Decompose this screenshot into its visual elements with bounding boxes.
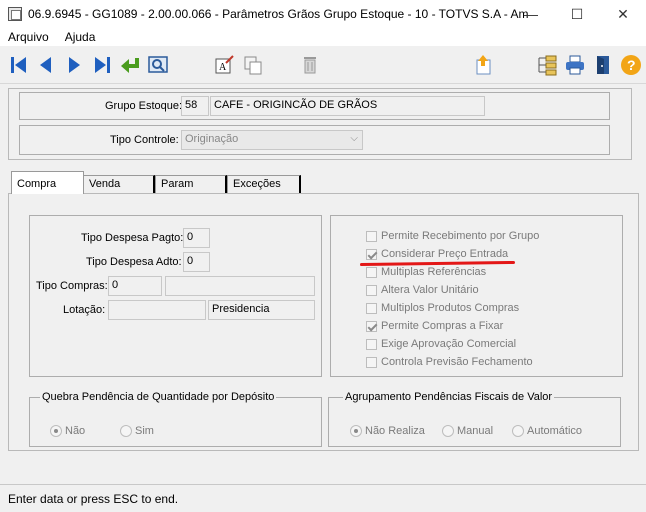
tipo-despesa-pagto-label: Tipo Despesa Pagto: bbox=[81, 232, 184, 244]
toolbar: A ? bbox=[0, 46, 646, 84]
agrupamento-nao-realiza-radio[interactable]: Não Realiza bbox=[350, 425, 425, 437]
permite-compras-a-fixar-checkbox[interactable]: Permite Compras a Fixar bbox=[366, 320, 503, 332]
radio-dot[interactable] bbox=[512, 425, 524, 437]
quebra-pendencia-group: Quebra Pendência de Quantidade por Depós… bbox=[29, 391, 322, 447]
status-text: Enter data or press ESC to end. bbox=[8, 491, 179, 506]
multiplas-referencias-checkbox[interactable]: Multiplas Referências bbox=[366, 266, 486, 278]
exige-aprovacao-comercial-checkbox[interactable]: Exige Aprovação Comercial bbox=[366, 338, 516, 350]
menu-bar: Arquivo Ajuda bbox=[0, 28, 646, 46]
window-title: 06.9.6945 - GG1089 - 2.00.00.066 - Parâm… bbox=[28, 7, 528, 21]
radio-label: Sim bbox=[135, 425, 154, 437]
tipo-compras-description-field[interactable] bbox=[165, 276, 315, 296]
radio-label: Automático bbox=[527, 425, 583, 437]
controla-previsao-fechamento-checkbox[interactable]: Controla Previsão Fechamento bbox=[366, 356, 533, 368]
grupo-estoque-code-field[interactable]: 58 bbox=[181, 96, 209, 116]
lotacao-label: Lotação: bbox=[63, 304, 106, 316]
lotacao-description-field[interactable]: Presidencia bbox=[208, 300, 315, 320]
multiplos-produtos-compras-checkbox[interactable]: Multiplos Produtos Compras bbox=[366, 302, 519, 314]
app-icon bbox=[8, 7, 22, 21]
menu-ajuda[interactable]: Ajuda bbox=[57, 30, 104, 44]
menu-arquivo[interactable]: Arquivo bbox=[0, 30, 57, 44]
exit-icon[interactable] bbox=[592, 54, 614, 76]
checkbox-label: Altera Valor Unitário bbox=[381, 284, 479, 296]
hierarchy-icon[interactable] bbox=[536, 54, 558, 76]
quebra-nao-radio[interactable]: Não bbox=[50, 425, 85, 437]
checkbox-box[interactable] bbox=[366, 302, 377, 314]
first-record-icon[interactable] bbox=[8, 54, 30, 76]
checkbox-label: Permite Recebimento por Grupo bbox=[381, 230, 540, 242]
tipo-despesa-adto-field[interactable]: 0 bbox=[183, 252, 210, 272]
previous-record-icon[interactable] bbox=[35, 54, 57, 76]
checkbox-label: Considerar Preço Entrada bbox=[381, 248, 509, 260]
checkbox-box[interactable] bbox=[366, 356, 377, 368]
radio-dot[interactable] bbox=[442, 425, 454, 437]
radio-label: Não Realiza bbox=[365, 425, 425, 437]
altera-valor-unitario-checkbox[interactable]: Altera Valor Unitário bbox=[366, 284, 479, 296]
edit-text-icon[interactable]: A bbox=[213, 54, 235, 76]
last-record-icon[interactable] bbox=[91, 54, 113, 76]
export-icon[interactable] bbox=[472, 54, 494, 76]
tipo-despesa-pagto-field[interactable]: 0 bbox=[183, 228, 210, 248]
tab-excecoes[interactable]: Exceções bbox=[227, 175, 301, 193]
checkbox-box[interactable] bbox=[366, 266, 377, 278]
tipo-controle-value: Originação bbox=[185, 133, 239, 145]
tipo-compras-label: Tipo Compras: bbox=[36, 280, 108, 292]
tipo-despesa-adto-label: Tipo Despesa Adto: bbox=[86, 256, 182, 268]
go-to-icon[interactable] bbox=[119, 54, 141, 76]
close-button[interactable]: ✕ bbox=[600, 0, 646, 28]
search-icon[interactable] bbox=[147, 54, 169, 76]
help-icon[interactable]: ? bbox=[620, 54, 642, 76]
next-record-icon[interactable] bbox=[63, 54, 85, 76]
checkbox-label: Multiplas Referências bbox=[381, 266, 487, 278]
maximize-button[interactable]: ☐ bbox=[554, 0, 600, 28]
grupo-estoque-label: Grupo Estoque: bbox=[105, 100, 183, 112]
title-bar: 06.9.6945 - GG1089 - 2.00.00.066 - Parâm… bbox=[0, 0, 646, 28]
agrupamento-automatico-radio[interactable]: Automático bbox=[512, 425, 582, 437]
status-bar: Enter data or press ESC to end. bbox=[0, 484, 646, 512]
svg-text:?: ? bbox=[627, 57, 636, 73]
tab-venda[interactable]: Venda bbox=[83, 175, 155, 193]
lotacao-field[interactable] bbox=[108, 300, 206, 320]
print-icon[interactable] bbox=[564, 54, 586, 76]
checkbox-label: Multiplos Produtos Compras bbox=[381, 302, 520, 314]
quebra-sim-radio[interactable]: Sim bbox=[120, 425, 154, 437]
radio-dot[interactable] bbox=[350, 425, 362, 437]
quebra-pendencia-title: Quebra Pendência de Quantidade por Depós… bbox=[40, 391, 277, 403]
copy-icon[interactable] bbox=[242, 54, 264, 76]
tab-param[interactable]: Param bbox=[155, 175, 227, 193]
checkbox-label: Exige Aprovação Comercial bbox=[381, 338, 517, 350]
checkbox-box[interactable] bbox=[366, 284, 377, 296]
considerar-preco-entrada-checkbox[interactable]: Considerar Preço Entrada bbox=[366, 248, 508, 260]
checkbox-box[interactable] bbox=[366, 338, 377, 350]
tipo-controle-label: Tipo Controle: bbox=[110, 134, 179, 146]
permite-recebimento-checkbox[interactable]: Permite Recebimento por Grupo bbox=[366, 230, 539, 242]
tipo-controle-select[interactable]: Originação ⌵ bbox=[181, 130, 363, 150]
radio-dot[interactable] bbox=[120, 425, 132, 437]
tipo-compras-field[interactable]: 0 bbox=[108, 276, 162, 296]
chevron-down-icon: ⌵ bbox=[350, 133, 358, 144]
agrupamento-manual-radio[interactable]: Manual bbox=[442, 425, 493, 437]
radio-label: Não bbox=[65, 425, 86, 437]
checkbox-label: Permite Compras a Fixar bbox=[381, 320, 504, 332]
agrupamento-pendencias-group: Agrupamento Pendências Fiscais de Valor bbox=[328, 391, 621, 447]
checkbox-box[interactable] bbox=[366, 248, 377, 260]
checkbox-box[interactable] bbox=[366, 230, 377, 242]
delete-icon[interactable] bbox=[299, 54, 321, 76]
svg-text:A: A bbox=[219, 62, 227, 73]
minimize-button[interactable]: — bbox=[508, 0, 554, 28]
checkbox-label: Controla Previsão Fechamento bbox=[381, 356, 533, 368]
radio-dot[interactable] bbox=[50, 425, 62, 437]
radio-label: Manual bbox=[457, 425, 494, 437]
grupo-estoque-description-field[interactable]: CAFE - ORIGINCÃO DE GRÃOS bbox=[210, 96, 485, 116]
checkbox-box[interactable] bbox=[366, 320, 377, 332]
tab-compra[interactable]: Compra bbox=[11, 171, 84, 194]
agrupamento-pendencias-title: Agrupamento Pendências Fiscais de Valor bbox=[343, 391, 555, 403]
